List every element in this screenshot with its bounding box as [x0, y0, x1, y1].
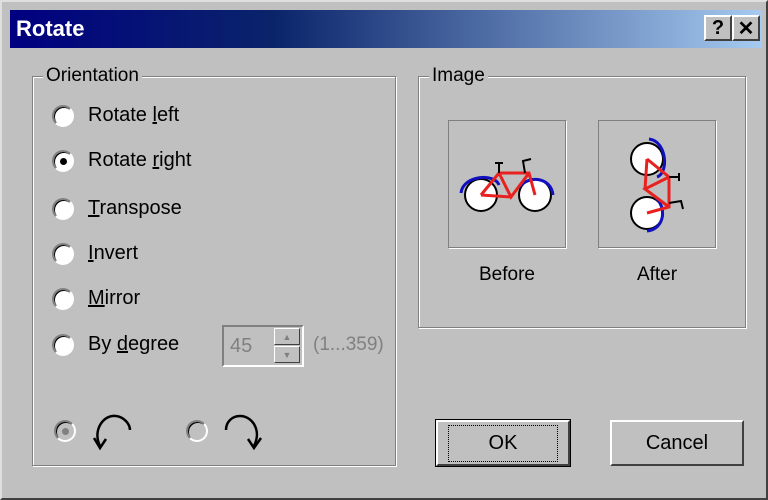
- radio-label-invert: Invert: [88, 242, 139, 264]
- radio-label-by-degree: By degree: [88, 333, 180, 355]
- bicycle-rotated-icon: [630, 137, 684, 233]
- after-caption: After: [636, 264, 678, 285]
- window-title: Rotate: [16, 16, 85, 41]
- radio-label-transpose: Transpose: [88, 197, 182, 219]
- arrow-up-icon: ▲: [282, 331, 292, 342]
- degree-range: (1...359): [313, 334, 384, 355]
- radio-invert[interactable]: Invert: [52, 242, 138, 265]
- radio-button[interactable]: [52, 197, 74, 220]
- help-icon: ?: [711, 16, 725, 39]
- bicycle-icon: [459, 158, 555, 212]
- help-button[interactable]: ?: [704, 15, 732, 41]
- cancel-button-label: Cancel: [645, 431, 709, 454]
- radio-button[interactable]: [52, 287, 74, 310]
- radio-transpose[interactable]: Transpose: [52, 197, 182, 220]
- radio-button[interactable]: [186, 420, 208, 442]
- title-bar[interactable]: Rotate ? ✕: [10, 10, 762, 48]
- degree-value: 45: [230, 335, 253, 357]
- radio-button[interactable]: [52, 333, 74, 356]
- after-preview: [598, 120, 716, 248]
- radio-by-degree[interactable]: By degree: [52, 333, 179, 356]
- cancel-button[interactable]: Cancel: [610, 420, 744, 466]
- radio-label-rotate-right: Rotate right: [88, 149, 192, 171]
- radio-counterclockwise[interactable]: [54, 408, 134, 454]
- degree-spinner[interactable]: 45 ▲ ▼: [222, 325, 304, 367]
- rotate-dialog: Rotate ? ✕ Orientation Rotate left Rotat…: [0, 0, 768, 500]
- rotate-counterclockwise-icon: [92, 414, 132, 451]
- spin-down-button[interactable]: ▼: [274, 346, 300, 363]
- radio-clockwise[interactable]: [186, 408, 266, 454]
- image-group-label: Image: [429, 65, 488, 87]
- radio-label-rotate-left: Rotate left: [88, 104, 180, 126]
- radio-label-mirror: Mirror: [88, 287, 141, 309]
- orientation-group-label: Orientation: [43, 65, 142, 87]
- spin-up-button[interactable]: ▲: [274, 328, 300, 345]
- ok-button-label: OK: [447, 424, 559, 462]
- radio-button[interactable]: [52, 104, 74, 127]
- radio-button[interactable]: [54, 420, 76, 442]
- close-icon: ✕: [737, 17, 755, 40]
- radio-button[interactable]: [52, 149, 74, 172]
- close-button[interactable]: ✕: [732, 15, 760, 41]
- before-caption: Before: [479, 264, 535, 285]
- ok-button[interactable]: OK: [435, 419, 571, 467]
- radio-rotate-left[interactable]: Rotate left: [52, 104, 179, 127]
- arrow-down-icon: ▼: [282, 349, 292, 360]
- rotate-clockwise-icon: [224, 414, 263, 451]
- radio-mirror[interactable]: Mirror: [52, 287, 140, 310]
- radio-button[interactable]: [52, 242, 74, 265]
- before-preview: [448, 120, 566, 248]
- radio-rotate-right[interactable]: Rotate right: [52, 149, 191, 172]
